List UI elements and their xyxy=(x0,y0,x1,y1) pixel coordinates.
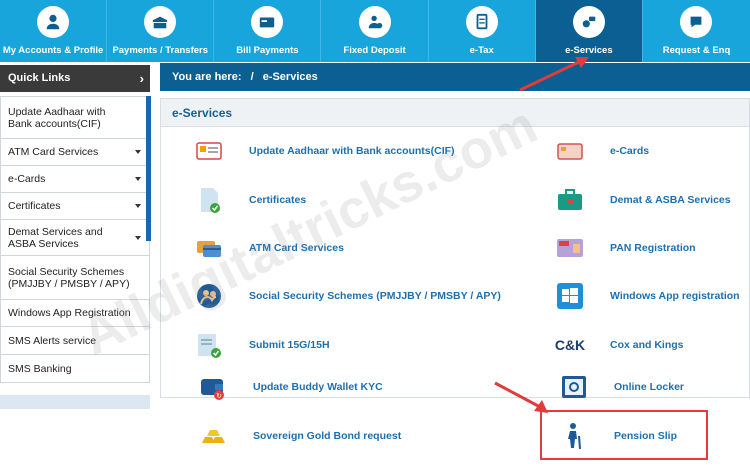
nav-etax[interactable]: e-Tax xyxy=(429,0,536,62)
quick-links-list: Update Aadhaar with Bank accounts(CIF) A… xyxy=(0,96,150,383)
service-label: PAN Registration xyxy=(610,242,696,254)
svg-text:↻: ↻ xyxy=(216,393,222,400)
service-windows-app[interactable]: Windows App registration xyxy=(554,279,740,313)
sidebar-item-label: e-Cards xyxy=(8,173,46,185)
sidebar-scrollbar[interactable] xyxy=(146,96,151,241)
tax-doc-icon xyxy=(465,6,498,38)
service-label: Update Aadhaar with Bank accounts(CIF) xyxy=(249,145,455,157)
sidebar-item-sms-alerts[interactable]: SMS Alerts service xyxy=(1,326,149,354)
quick-links-title: Quick Links xyxy=(8,72,71,84)
sidebar-item-windows-app[interactable]: Windows App Registration xyxy=(1,299,149,326)
sidebar-footer-strip xyxy=(0,395,150,409)
sidebar-item-sms-banking[interactable]: SMS Banking xyxy=(1,354,149,382)
person-icon xyxy=(37,6,70,38)
ecard-icon xyxy=(554,135,586,167)
service-update-aadhaar[interactable]: Update Aadhaar with Bank accounts(CIF) xyxy=(193,134,455,168)
nav-bill-payments[interactable]: Bill Payments xyxy=(214,0,322,62)
service-label: Social Security Schemes (PMJJBY / PMSBY … xyxy=(249,290,501,302)
service-cox-and-kings[interactable]: C&K Cox and Kings xyxy=(554,328,684,362)
service-label: Online Locker xyxy=(614,381,685,393)
nav-eservices[interactable]: e-Services xyxy=(535,0,643,62)
transfer-icon xyxy=(144,6,177,38)
aadhaar-card-icon xyxy=(193,135,225,167)
chevron-right-icon: › xyxy=(139,71,144,86)
service-label: Certificates xyxy=(249,194,307,206)
service-ecards[interactable]: e-Cards xyxy=(554,134,649,168)
quick-links-header[interactable]: Quick Links › xyxy=(0,65,150,92)
service-label: Windows App registration xyxy=(610,290,740,302)
service-label: Sovereign Gold Bond request xyxy=(253,430,402,442)
service-certificates[interactable]: Certificates xyxy=(193,183,306,217)
sidebar-item-ecards[interactable]: e-Cards xyxy=(1,165,149,192)
breadcrumb-separator: / xyxy=(250,71,254,83)
windows-icon xyxy=(554,280,586,312)
service-sovereign-gold-bond[interactable]: Sovereign Gold Bond request xyxy=(197,419,401,453)
sidebar-item-label: Demat Services and ASBA Services xyxy=(8,225,103,250)
service-pan-registration[interactable]: PAN Registration xyxy=(554,231,696,265)
service-label: Cox and Kings xyxy=(610,339,684,351)
service-buddy-wallet[interactable]: ↻ Update Buddy Wallet KYC xyxy=(197,370,383,404)
pan-card-icon xyxy=(554,232,586,264)
locker-icon xyxy=(558,371,590,403)
bill-icon xyxy=(251,6,284,38)
form-submit-icon xyxy=(193,329,225,361)
sidebar-item-social-security[interactable]: Social Security Schemes (PMJJBY / PMSBY … xyxy=(1,255,149,299)
wallet-icon: ↻ xyxy=(197,371,229,403)
cox-kings-logo-text: C&K xyxy=(554,337,586,353)
service-label: ATM Card Services xyxy=(249,242,344,254)
service-label: Submit 15G/15H xyxy=(249,339,330,351)
sidebar-item-update-aadhaar[interactable]: Update Aadhaar with Bank accounts(CIF) xyxy=(1,96,149,138)
nav-request-enquiry[interactable]: Request & Enq xyxy=(643,0,750,62)
social-security-icon xyxy=(193,280,225,312)
top-navigation: My Accounts & Profile Payments / Transfe… xyxy=(0,0,750,62)
sidebar-item-label: SMS Banking xyxy=(8,362,72,375)
chevron-down-icon xyxy=(135,177,141,181)
sidebar-item-label: Certificates xyxy=(8,200,61,212)
breadcrumb-prefix: You are here: xyxy=(172,71,242,83)
service-atm-card[interactable]: ATM Card Services xyxy=(193,231,344,265)
sidebar-item-label: Windows App Registration xyxy=(8,307,131,319)
service-online-locker[interactable]: Online Locker xyxy=(558,370,684,404)
briefcase-icon xyxy=(554,184,586,216)
service-label: e-Cards xyxy=(610,145,650,157)
chevron-down-icon xyxy=(135,235,141,240)
chevron-down-icon xyxy=(135,204,141,208)
nav-my-accounts[interactable]: My Accounts & Profile xyxy=(0,0,108,62)
request-icon xyxy=(680,6,713,38)
gold-bond-icon xyxy=(197,420,229,452)
nav-fixed-deposit[interactable]: Fixed Deposit xyxy=(321,0,429,62)
cox-kings-logo: C&K xyxy=(554,329,586,361)
pension-slip-highlight xyxy=(540,410,708,460)
nav-payments-transfers[interactable]: Payments / Transfers xyxy=(107,0,215,62)
sidebar-item-atm-card-services[interactable]: ATM Card Services xyxy=(1,138,149,165)
sidebar-item-demat-asba[interactable]: Demat Services and ASBA Services xyxy=(1,219,149,255)
quick-links-sidebar: Quick Links › Update Aadhaar with Bank a… xyxy=(0,62,158,470)
sidebar-item-label: Update Aadhaar with Bank accounts(CIF) xyxy=(8,105,106,130)
atm-card-icon xyxy=(193,232,225,264)
service-label: Demat & ASBA Services xyxy=(610,194,731,206)
service-label: Update Buddy Wallet KYC xyxy=(253,381,383,393)
breadcrumb: You are here: / e-Services xyxy=(160,63,750,91)
sidebar-item-certificates[interactable]: Certificates xyxy=(1,192,149,219)
sidebar-item-label: SMS Alerts service xyxy=(8,334,97,347)
sidebar-item-label: Social Security Schemes (PMJJBY / PMSBY … xyxy=(8,265,130,290)
nav-label: Bill Payments xyxy=(236,45,299,56)
nav-label: Payments / Transfers xyxy=(112,45,209,56)
service-social-security[interactable]: Social Security Schemes (PMJJBY / PMSBY … xyxy=(193,279,501,313)
nav-label: e-Tax xyxy=(469,45,494,56)
nav-label: e-Services xyxy=(565,45,613,56)
breadcrumb-current[interactable]: e-Services xyxy=(263,71,318,83)
certificate-icon xyxy=(193,184,225,216)
deposit-icon xyxy=(358,6,391,38)
nav-label: Fixed Deposit xyxy=(343,45,406,56)
service-submit-15g15h[interactable]: Submit 15G/15H xyxy=(193,328,330,362)
nav-label: Request & Enq xyxy=(662,45,731,56)
nav-label: My Accounts & Profile xyxy=(2,45,104,56)
eservices-icon xyxy=(572,6,605,38)
sidebar-item-label: ATM Card Services xyxy=(8,146,99,158)
service-demat-asba[interactable]: Demat & ASBA Services xyxy=(554,183,731,217)
panel-title: e-Services xyxy=(161,99,749,127)
chevron-down-icon xyxy=(135,150,141,154)
